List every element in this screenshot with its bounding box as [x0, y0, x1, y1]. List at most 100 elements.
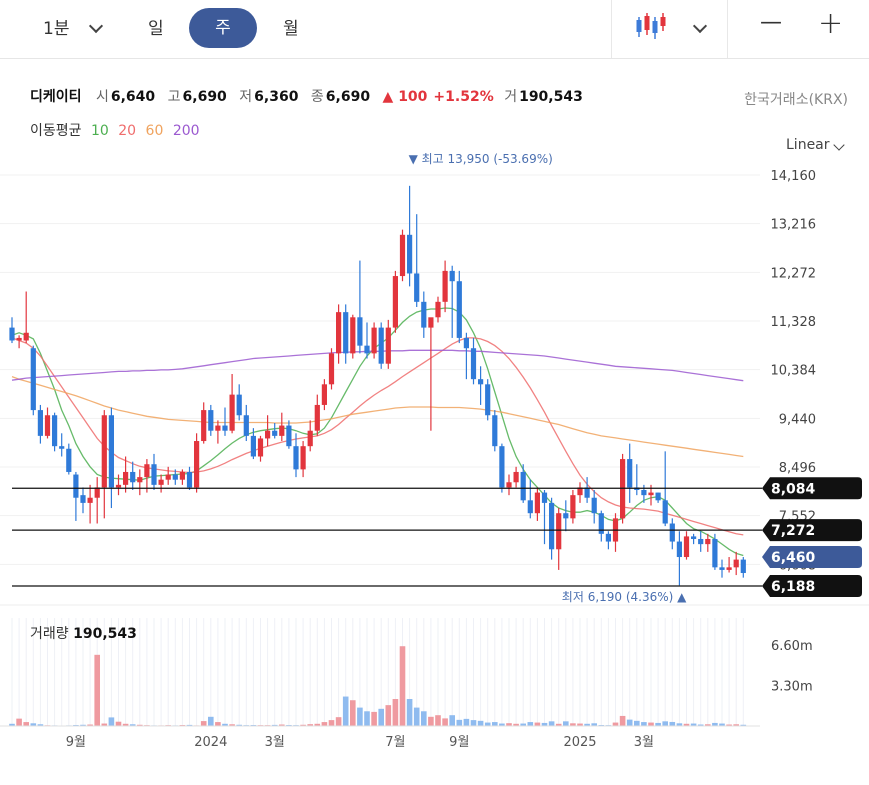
candle	[399, 229, 406, 282]
y-tick-label: 9,440	[779, 412, 816, 427]
candle-body	[165, 474, 171, 480]
candle-body	[492, 415, 498, 447]
candle-body	[399, 234, 406, 277]
candle-body	[691, 536, 697, 539]
volume-bar	[208, 716, 214, 726]
candle-body	[172, 474, 178, 480]
candle-body	[371, 327, 377, 354]
volume-bar	[463, 718, 470, 726]
volume-bar	[484, 722, 491, 726]
candle-body	[272, 430, 278, 436]
candle-body	[513, 471, 519, 483]
candle	[201, 402, 207, 444]
candle-body	[201, 410, 207, 442]
high-marker-label: ▼ 최고 13,950 (-53.69%)	[409, 152, 553, 166]
candle-body	[80, 495, 86, 503]
candle	[698, 531, 704, 552]
candle-body	[52, 415, 58, 447]
x-tick-label: 9월	[66, 735, 86, 750]
candle-body	[378, 327, 384, 364]
candle-body	[208, 410, 214, 431]
candle	[130, 461, 136, 491]
candles	[9, 185, 746, 586]
candle-body	[222, 425, 228, 431]
candle-body	[300, 446, 306, 470]
candle-body	[648, 492, 654, 496]
candle-body	[627, 459, 633, 488]
candle	[328, 348, 335, 390]
volume-bar	[492, 722, 498, 726]
volume-bar	[94, 654, 100, 726]
ma-60-line	[11, 375, 744, 458]
candle	[243, 404, 249, 442]
candle	[144, 459, 150, 493]
volume-bar	[108, 717, 115, 726]
candle-body	[357, 317, 363, 346]
volume-bar	[563, 721, 569, 726]
candle-body	[442, 270, 448, 302]
volume-bar	[16, 718, 22, 726]
candle-body	[364, 345, 370, 354]
candle	[151, 453, 157, 491]
candle	[229, 374, 235, 434]
candle-body	[350, 317, 356, 354]
volume-bar	[115, 721, 122, 726]
candle-body	[385, 327, 391, 364]
candle-body	[563, 513, 569, 519]
volume-bar	[23, 722, 29, 726]
candle-body	[449, 270, 455, 282]
volume-bar	[435, 715, 441, 726]
candle-body	[705, 538, 711, 545]
ma-200-line	[11, 349, 744, 382]
candle	[676, 531, 682, 586]
candle	[634, 464, 640, 496]
candle-body	[215, 425, 221, 431]
candle-body	[279, 425, 285, 436]
price-tag-7272: 7,272	[762, 519, 862, 542]
x-tick-label: 2024	[194, 735, 227, 750]
candle	[719, 559, 725, 578]
volume-legend-value: 190,543	[73, 626, 137, 642]
volume-bar	[626, 719, 633, 726]
candle	[421, 291, 427, 338]
candle-body	[421, 301, 427, 328]
candle	[286, 420, 292, 449]
candle-body	[144, 464, 150, 478]
candle-body	[414, 273, 420, 302]
candle	[499, 443, 505, 493]
volume-bar	[534, 722, 541, 726]
candle-body	[726, 567, 732, 570]
candle	[52, 412, 58, 452]
candle	[265, 415, 271, 447]
candle	[343, 304, 349, 364]
volume-bar	[378, 708, 384, 726]
candle-body	[94, 487, 100, 498]
candle-body	[37, 410, 43, 436]
candle-body	[108, 415, 114, 488]
volume-bar	[619, 715, 626, 726]
candle	[215, 420, 221, 444]
candle-body	[478, 379, 484, 385]
volume-bar	[399, 646, 406, 726]
price-chart[interactable]: 14,160 13,216 12,272 11,328 10,384 9,440 8,496…	[0, 0, 869, 785]
volume-bar	[634, 720, 640, 726]
candle	[549, 497, 555, 560]
candle	[300, 441, 306, 478]
candle	[257, 435, 264, 462]
candle	[336, 304, 342, 364]
candle-body	[30, 348, 36, 411]
candle	[556, 508, 562, 570]
candle	[137, 469, 143, 496]
current-price-text: 6,460	[771, 550, 816, 566]
candle	[506, 474, 512, 496]
candle-body	[243, 415, 249, 436]
volume-bar	[477, 720, 484, 726]
candle-body	[130, 471, 136, 483]
y-tick-label: 12,272	[771, 266, 817, 281]
candle	[44, 407, 51, 439]
candle-body	[570, 495, 576, 519]
price-tag-8084-text: 8,084	[771, 481, 816, 497]
candle-body	[712, 538, 718, 568]
candle	[740, 557, 746, 578]
volume-bar	[413, 707, 420, 726]
